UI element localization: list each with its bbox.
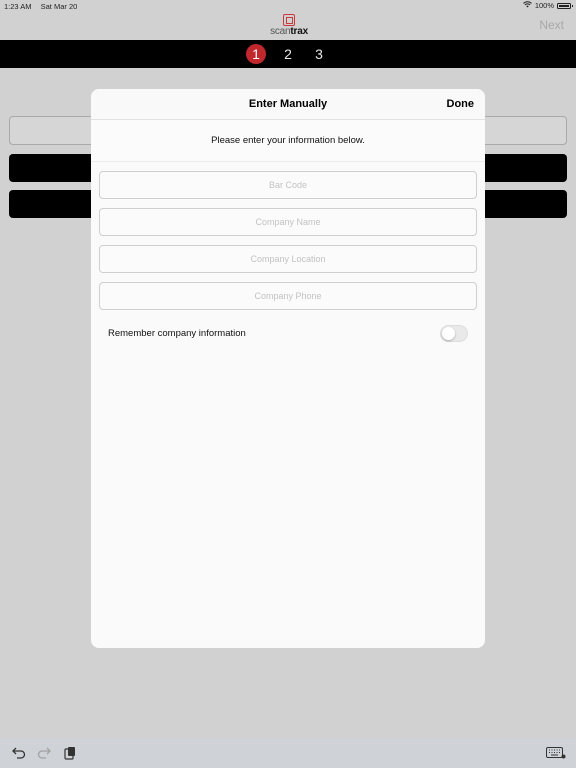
keyboard-toolbar <box>0 738 576 768</box>
battery-percent: 100% <box>534 1 554 10</box>
done-button[interactable]: Done <box>447 98 475 110</box>
next-button[interactable]: Next <box>539 18 564 32</box>
step-3: 3 <box>315 46 323 62</box>
modal-header: Enter Manually Done <box>91 89 485 120</box>
status-bar: 1:23 AM Sat Mar 20 100% <box>0 0 576 12</box>
enter-manually-modal: Enter Manually Done Please enter your in… <box>91 89 485 648</box>
company-name-input[interactable] <box>99 208 477 236</box>
status-time: 1:23 AM <box>4 2 32 11</box>
company-location-input[interactable] <box>99 245 477 273</box>
remember-company-label: Remember company information <box>108 328 246 339</box>
redo-icon[interactable] <box>36 745 52 761</box>
undo-icon[interactable] <box>11 745 27 761</box>
step-1: 1 <box>246 44 266 64</box>
step-indicator: 1 2 3 <box>0 40 576 68</box>
keyboard-icon[interactable] <box>546 745 566 761</box>
logo-icon <box>283 14 295 26</box>
instructions-text: Please enter your information below. <box>211 135 365 146</box>
bar-code-input[interactable] <box>99 171 477 199</box>
company-phone-input[interactable] <box>99 282 477 310</box>
step-2: 2 <box>284 46 292 62</box>
logo-text: scantrax <box>270 26 308 37</box>
wifi-icon <box>522 1 532 10</box>
modal-title: Enter Manually <box>248 98 328 110</box>
toggle-knob <box>442 327 455 340</box>
remember-company-toggle[interactable] <box>440 325 468 342</box>
instructions-section: Please enter your information below. <box>91 120 485 162</box>
battery-icon <box>557 2 573 9</box>
app-logo: scantrax <box>268 14 310 38</box>
paste-icon[interactable] <box>62 745 78 761</box>
status-date: Sat Mar 20 <box>40 2 78 11</box>
